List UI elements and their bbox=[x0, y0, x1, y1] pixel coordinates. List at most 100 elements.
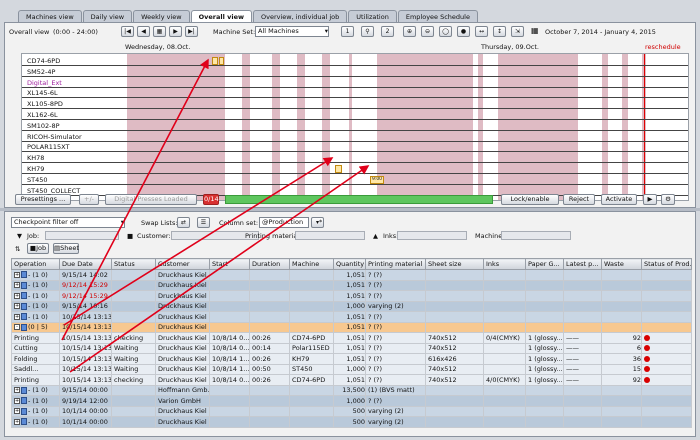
cell-text: checking bbox=[114, 333, 144, 342]
view-2-button[interactable]: 2 bbox=[381, 26, 394, 37]
table-row[interactable]: Printing 10/15/14 13:13 checking Druckhaus … bbox=[11, 332, 692, 344]
table-row[interactable]: + - (1 0) 9/12/14 15:29 Druckhaus Kiel 1,051… bbox=[11, 290, 692, 302]
tab-daily-view[interactable]: Daily view bbox=[82, 10, 133, 22]
expand-toggle-icon[interactable]: + bbox=[14, 418, 20, 425]
cell-machine: KH79 bbox=[289, 353, 334, 365]
cell-customer: Druckhaus Kiel bbox=[155, 342, 210, 354]
expand-toggle-icon[interactable]: + bbox=[14, 303, 20, 310]
next-icon[interactable]: ▶ bbox=[643, 194, 657, 205]
column-header[interactable]: Duration bbox=[249, 258, 290, 270]
adjust-button[interactable]: +/- bbox=[79, 194, 99, 205]
cell-text: Druckhaus Kiel bbox=[158, 375, 207, 384]
cell-sheet bbox=[425, 269, 484, 281]
job-block-cd74-2[interactable] bbox=[219, 57, 224, 65]
job-block-cd74[interactable] bbox=[212, 57, 218, 65]
expand-toggle-icon[interactable]: + bbox=[14, 282, 20, 289]
expand-toggle-icon[interactable]: + bbox=[14, 292, 20, 299]
reschedule-label[interactable]: reschedule bbox=[645, 43, 681, 52]
table-row[interactable]: + - (1 0) 10/1/14 00:00 Druckhaus Kiel 500 va… bbox=[11, 405, 692, 417]
view-1-button[interactable]: 1 bbox=[341, 26, 354, 37]
tab-utilization[interactable]: Utilization bbox=[348, 10, 397, 22]
cell-production-status bbox=[641, 300, 692, 312]
digital-presses-button[interactable]: Digital Presses Loaded bbox=[105, 194, 197, 205]
last-page-button[interactable]: ▶| bbox=[185, 26, 198, 37]
prev-page-button[interactable]: ◀ bbox=[137, 26, 150, 37]
column-set-select[interactable]: @Production bbox=[259, 217, 309, 228]
swap-icon[interactable]: ⇄ bbox=[177, 217, 190, 228]
sheet-view-button[interactable]: ▤Sheet bbox=[53, 243, 79, 254]
machine-filter-input[interactable] bbox=[501, 231, 571, 240]
calendar-icon[interactable]: ▦ bbox=[153, 26, 166, 37]
column-header[interactable]: Waste bbox=[601, 258, 642, 270]
expand-toggle-icon[interactable]: - bbox=[14, 324, 20, 331]
column-header[interactable]: Status bbox=[111, 258, 156, 270]
tab-machines-view[interactable]: Machines view bbox=[18, 10, 82, 22]
job-block-kh79[interactable] bbox=[335, 165, 342, 173]
next-page-button[interactable]: ▶ bbox=[169, 26, 182, 37]
column-header[interactable]: Operation bbox=[11, 258, 60, 270]
machine-row-label: XL145-6L bbox=[27, 89, 58, 98]
table-row[interactable]: + - (1 0) 9/12/14 15:29 Druckhaus Kiel 1,051… bbox=[11, 279, 692, 291]
expand-toggle-icon[interactable]: + bbox=[14, 313, 20, 320]
tab-weekly-view[interactable]: Weekly view bbox=[133, 10, 190, 22]
expand-toggle-icon[interactable]: + bbox=[14, 387, 20, 394]
zoom-out-icon[interactable]: ⊖ bbox=[421, 26, 434, 37]
job-filter-input[interactable] bbox=[45, 231, 119, 240]
list-icon[interactable]: ☰ bbox=[197, 217, 210, 228]
gantt-chart[interactable]: CD74-6PD SM52-4P Digital_Ext XL145-6L XL105-… bbox=[21, 53, 689, 201]
job-block-st450[interactable]: 9:00 bbox=[370, 175, 384, 184]
table-row[interactable]: Printing 10/15/14 13:13 checking Druckhaus … bbox=[11, 374, 692, 386]
table-row[interactable]: + - (1 0) 9/15/14 00:00 Hoffmann Gmb... 13,5… bbox=[11, 384, 692, 396]
table-row[interactable]: + - (1 0) 10/15/14 13:13 Druckhaus Kiel 1,05… bbox=[11, 311, 692, 323]
expand-toggle-icon[interactable]: + bbox=[14, 408, 20, 415]
column-header[interactable]: Machine bbox=[289, 258, 334, 270]
cell-text: ? (?) bbox=[368, 375, 383, 384]
table-row[interactable]: Cutting 10/15/14 13:13 Waiting Druckhaus Ki… bbox=[11, 342, 692, 354]
first-page-button[interactable]: |◀ bbox=[121, 26, 134, 37]
job-view-button[interactable]: ■Job bbox=[27, 243, 49, 254]
zoom-tool-icon[interactable]: ⚲ bbox=[361, 26, 374, 37]
expand-toggle-icon[interactable]: + bbox=[14, 271, 20, 278]
printing-material-filter-input[interactable] bbox=[295, 231, 365, 240]
machine-set-select[interactable]: All Machines ▾ bbox=[255, 26, 329, 37]
reject-button[interactable]: Reject bbox=[563, 194, 595, 205]
cell-text: 00:26 bbox=[252, 354, 271, 363]
activate-button[interactable]: Activate bbox=[601, 194, 637, 205]
table-row[interactable]: Folding 10/15/14 13:13 Waiting Druckhaus Ki… bbox=[11, 353, 692, 365]
table-row[interactable]: + - (1 0) 9/15/14 10:16 Druckhaus Kiel 1,000… bbox=[11, 300, 692, 312]
zoom-fit-icon[interactable]: ◯ bbox=[439, 26, 452, 37]
tab-employee-schedule[interactable]: Employee Schedule bbox=[397, 10, 478, 22]
expand-icon[interactable]: ⇲ bbox=[511, 26, 524, 37]
tab-overview-individual-job[interactable]: Overview, individual job bbox=[253, 10, 348, 22]
column-header[interactable]: Paper G... bbox=[525, 258, 564, 270]
checkpoint-filter-select[interactable]: Checkpoint filter off ▾ bbox=[11, 217, 125, 228]
table-row[interactable]: + - (1 0) 9/15/14 14:02 Druckhaus Kiel 1,051… bbox=[11, 269, 692, 281]
column-header[interactable]: Status of Prod... bbox=[641, 258, 692, 270]
cell-production-status bbox=[641, 290, 692, 302]
cell-latest bbox=[563, 311, 602, 323]
column-header[interactable]: Latest p... bbox=[563, 258, 602, 270]
settings-icon[interactable]: ⚙ bbox=[661, 194, 675, 205]
zoom-reset-icon[interactable]: ● bbox=[457, 26, 470, 37]
cell-qty: 1,000 bbox=[333, 300, 366, 312]
expand-toggle-icon[interactable]: + bbox=[14, 397, 20, 404]
fit-width-icon[interactable]: ↔ bbox=[475, 26, 488, 37]
column-header[interactable]: Quantity bbox=[333, 258, 366, 270]
lock-enable-button[interactable]: Lock/enable bbox=[501, 194, 559, 205]
table-row[interactable]: + - (1 0) 10/1/14 00:00 Druckhaus Kiel 500 va… bbox=[11, 416, 692, 428]
table-row[interactable]: + - (1 0) 9/19/14 12:00 Varion GmbH 1,000? (… bbox=[11, 395, 692, 407]
column-header[interactable]: Due Date bbox=[59, 258, 112, 270]
zoom-in-icon[interactable]: ⊕ bbox=[403, 26, 416, 37]
column-header[interactable]: Printing material bbox=[365, 258, 426, 270]
sort-icon: ⇅ bbox=[15, 245, 21, 253]
column-header[interactable]: Inks bbox=[483, 258, 526, 270]
table-row[interactable]: Saddl... 10/15/14 13:13 Waiting Druckhaus K… bbox=[11, 363, 692, 375]
cell-text: - (1 0) bbox=[28, 417, 48, 426]
inks-filter-input[interactable] bbox=[397, 231, 467, 240]
fit-height-icon[interactable]: ↕ bbox=[493, 26, 506, 37]
column-header[interactable]: Customer bbox=[155, 258, 210, 270]
column-header[interactable]: Sheet size bbox=[425, 258, 484, 270]
presettings-button[interactable]: Presettings ... bbox=[15, 194, 71, 205]
table-row[interactable]: - (0 | 5) 10/15/14 13:13 Druckhaus Kiel 1,05… bbox=[11, 321, 692, 333]
column-header[interactable]: Start bbox=[209, 258, 250, 270]
